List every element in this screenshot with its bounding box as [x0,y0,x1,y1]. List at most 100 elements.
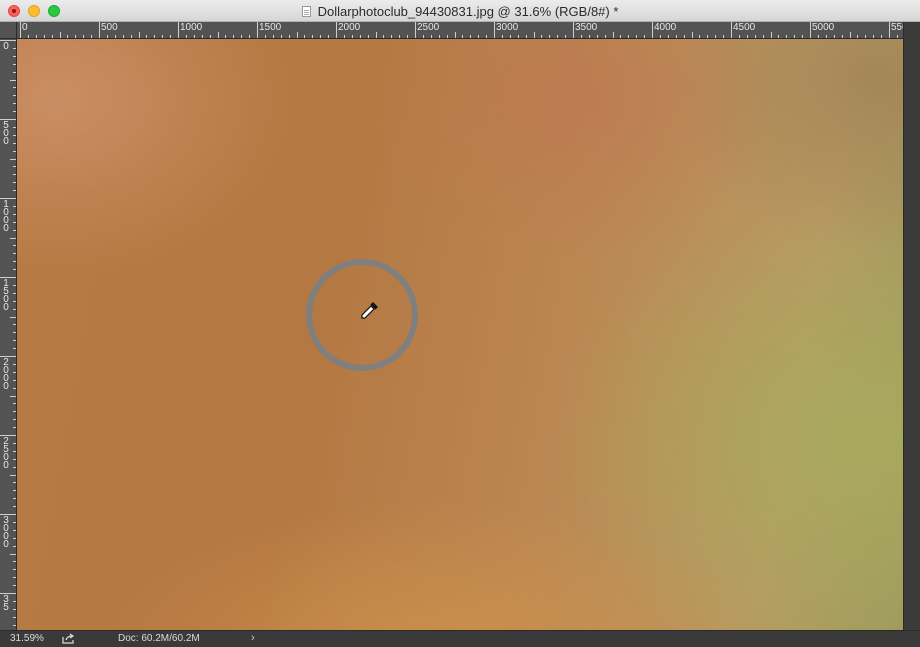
status-menu-arrow[interactable]: › [251,632,255,644]
ruler-left-label: 500 [3,120,9,147]
ruler-minor-tick [10,79,16,81]
ruler-major-tick [336,22,337,38]
ruler-minor-tick [13,379,16,381]
zoom-level[interactable]: 31.59% [10,633,44,644]
ruler-minor-tick [13,498,16,500]
ruler-minor-tick [13,340,16,342]
ruler-top-label: 0 [22,22,28,33]
document-canvas[interactable] [17,39,903,630]
ruler-minor-tick [762,35,764,38]
ruler-minor-tick [683,35,685,38]
ruler-minor-tick [13,608,16,610]
ruler-minor-tick [13,419,16,421]
ruler-minor-tick [549,35,551,38]
ruler-minor-tick [13,600,16,602]
ruler-minor-tick [201,35,203,38]
ruler-major-tick [731,22,732,38]
ruler-minor-tick [896,35,898,38]
ruler-minor-tick [13,450,16,452]
ruler-minor-tick [13,55,16,57]
ruler-origin[interactable] [0,22,17,39]
ruler-minor-tick [280,35,282,38]
ruler-minor-tick [13,174,16,176]
ruler-minor-tick [802,35,804,38]
ruler-left-label: 1500 [3,278,9,313]
ruler-minor-tick [170,35,172,38]
ruler-minor-tick [13,624,16,626]
ruler-minor-tick [446,35,448,38]
ruler-minor-tick [13,269,16,271]
ruler-minor-tick [13,569,16,571]
ruler-minor-tick [304,35,306,38]
window-title-wrap: Dollarphotoclub_94430831.jpg @ 31.6% (RG… [0,0,920,22]
horizontal-ruler[interactable]: 0 500 1000 1500 2000 2500 3000 3500 4000 4500 5000… [17,22,903,39]
ruler-major-tick [178,22,179,38]
share-icon[interactable] [62,633,75,644]
title-bar: Dollarphotoclub_94430831.jpg @ 31.6% (RG… [0,0,920,22]
ruler-minor-tick [241,35,243,38]
ruler-minor-tick [13,387,16,389]
ruler-minor-tick [881,35,883,38]
ruler-minor-tick [272,35,274,38]
ruler-minor-tick [13,411,16,413]
ruler-minor-tick [13,529,16,531]
ruler-minor-tick [328,35,330,38]
ruler-minor-tick [10,316,16,318]
ruler-minor-tick [233,35,235,38]
ruler-minor-tick [122,35,124,38]
ruler-left-label: 2500 [3,436,9,471]
document-icon [301,5,311,17]
ruler-major-tick [99,22,100,38]
ruler-minor-tick [13,261,16,263]
vertical-scrollbar[interactable] [903,22,920,630]
ruler-minor-tick [130,35,132,38]
ruler-minor-tick [225,35,227,38]
ruler-minor-tick [817,35,819,38]
ruler-minor-tick [13,458,16,460]
ruler-minor-tick [794,35,796,38]
ruler-top-label: 5000 [812,22,835,33]
ruler-minor-tick [391,35,393,38]
ruler-minor-tick [667,35,669,38]
ruler-minor-tick [723,35,725,38]
ruler-minor-tick [154,35,156,38]
ruler-minor-tick [162,35,164,38]
ruler-minor-tick [138,32,140,38]
ruler-top-label: 1500 [259,22,282,33]
vertical-ruler[interactable]: 0 500 1000 1500 2000 2500 3000 35 [0,39,17,630]
ruler-minor-tick [13,166,16,168]
ruler-minor-tick [841,35,843,38]
ruler-minor-tick [51,35,53,38]
ruler-minor-tick [193,35,195,38]
ruler-minor-tick [541,35,543,38]
ruler-minor-tick [13,221,16,223]
ruler-minor-tick [13,616,16,618]
ruler-minor-tick [10,474,16,476]
ruler-minor-tick [13,245,16,247]
ruler-top-label: 2500 [417,22,440,33]
ruler-minor-tick [13,490,16,492]
ruler-minor-tick [699,35,701,38]
ruler-minor-tick [580,35,582,38]
ruler-minor-tick [746,35,748,38]
ruler-major-tick [652,22,653,38]
ruler-minor-tick [13,577,16,579]
ruler-minor-tick [13,142,16,144]
ruler-minor-tick [675,35,677,38]
ruler-minor-tick [249,35,251,38]
ruler-minor-tick [422,35,424,38]
ruler-minor-tick [264,35,266,38]
ruler-minor-tick [833,35,835,38]
ruler-minor-tick [27,35,29,38]
window-title: Dollarphotoclub_94430831.jpg @ 31.6% (RG… [317,3,619,19]
ruler-minor-tick [288,35,290,38]
ruler-minor-tick [596,35,598,38]
document-size-info[interactable]: Doc: 60.2M/60.2M [118,633,200,644]
ruler-minor-tick [13,205,16,207]
ruler-minor-tick [75,35,77,38]
ruler-minor-tick [13,332,16,334]
ruler-minor-tick [13,63,16,65]
ruler-minor-tick [312,35,314,38]
ruler-minor-tick [13,134,16,136]
ruler-minor-tick [10,395,16,397]
